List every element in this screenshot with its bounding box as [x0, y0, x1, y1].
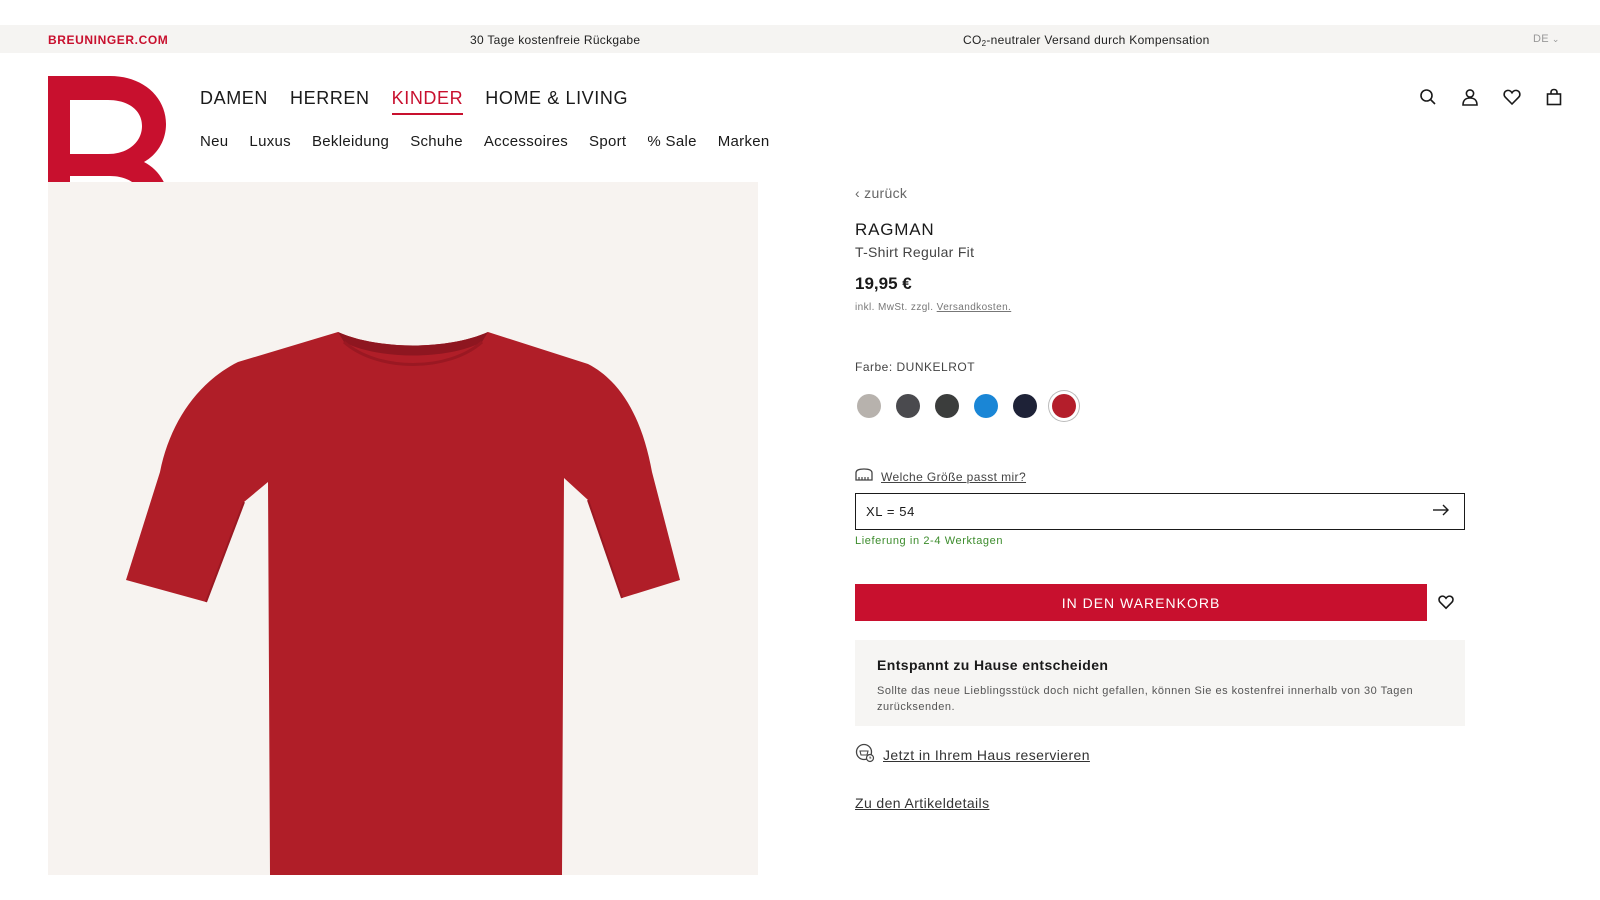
size-selector[interactable]: XL = 54 [855, 493, 1465, 530]
search-icon[interactable] [1417, 86, 1439, 108]
wishlist-heart-icon[interactable] [1435, 591, 1457, 613]
subnav-marken[interactable]: Marken [718, 133, 770, 150]
reserve-in-store: Jetzt in Ihrem Haus reservieren [855, 743, 1090, 766]
shipping-costs-link[interactable]: Versandkosten. [937, 302, 1012, 313]
chevron-down-icon: ⌄ [1551, 34, 1560, 44]
chevron-left-icon: ‹ [855, 185, 865, 201]
returns-info-text: Sollte das neue Lieblingsstück doch nich… [877, 685, 1414, 713]
back-link[interactable]: ‹ zurück [855, 185, 907, 201]
store-reserve-icon [855, 743, 875, 766]
article-details-link[interactable]: Zu den Artikeldetails [855, 795, 989, 811]
nav-home-living[interactable]: HOME & LIVING [485, 88, 628, 115]
user-icon[interactable] [1459, 86, 1481, 108]
color-swatch[interactable] [935, 394, 959, 418]
nav-herren[interactable]: HERREN [290, 88, 370, 115]
nav-kinder[interactable]: KINDER [391, 88, 464, 115]
subnav-schuhe[interactable]: Schuhe [410, 133, 463, 150]
product-main-image[interactable] [48, 182, 758, 875]
heart-icon[interactable] [1501, 86, 1523, 108]
subnav-accessoires[interactable]: Accessoires [484, 133, 568, 150]
color-swatch[interactable] [974, 394, 998, 418]
subnav-luxus[interactable]: Luxus [249, 133, 291, 150]
size-help: Welche Größe passt mir? [855, 468, 1026, 485]
returns-message: 30 Tage kostenfreie Rückgabe [470, 33, 641, 47]
color-swatch[interactable] [1052, 394, 1076, 418]
returns-info-box: Entspannt zu Hause entscheiden Sollte da… [855, 640, 1465, 726]
site-brand-link[interactable]: BREUNINGER.COM [48, 33, 168, 47]
top-info-bar: BREUNINGER.COM 30 Tage kostenfreie Rückg… [0, 25, 1600, 53]
product-price: 19,95 € [855, 274, 912, 293]
size-help-link[interactable]: Welche Größe passt mir? [881, 470, 1026, 484]
main-navigation: DAMEN HERREN KINDER HOME & LIVING [200, 88, 628, 115]
color-swatch[interactable] [896, 394, 920, 418]
arrow-right-icon [1432, 504, 1450, 519]
ruler-icon [855, 468, 873, 485]
subnav-neu[interactable]: Neu [200, 133, 228, 150]
nav-damen[interactable]: DAMEN [200, 88, 268, 115]
header-icons [1417, 86, 1565, 108]
sub-navigation: Neu Luxus Bekleidung Schuhe Accessoires … [200, 133, 770, 150]
tax-note: inkl. MwSt. zzgl. Versandkosten. [855, 302, 1012, 313]
product-name: T-Shirt Regular Fit [855, 244, 975, 260]
product-brand[interactable]: RAGMAN [855, 220, 934, 240]
color-label: Farbe: DUNKELROT [855, 360, 976, 374]
bag-icon[interactable] [1543, 86, 1565, 108]
reserve-link[interactable]: Jetzt in Ihrem Haus reservieren [883, 747, 1090, 763]
language-selector[interactable]: DE ⌄ [1533, 33, 1560, 45]
subnav-sport[interactable]: Sport [589, 133, 626, 150]
selected-size: XL = 54 [866, 504, 915, 519]
color-swatch[interactable] [857, 394, 881, 418]
delivery-info: Lieferung in 2-4 Werktagen [855, 535, 1004, 547]
shipping-message: CO2-neutraler Versand durch Kompensation [963, 33, 1210, 48]
add-to-cart-button[interactable]: IN DEN WARENKORB [855, 584, 1427, 621]
color-swatch[interactable] [1013, 394, 1037, 418]
subnav-sale[interactable]: % Sale [647, 133, 696, 150]
color-swatches [857, 394, 1076, 418]
returns-info-title: Entspannt zu Hause entscheiden [877, 657, 1109, 673]
subnav-bekleidung[interactable]: Bekleidung [312, 133, 389, 150]
